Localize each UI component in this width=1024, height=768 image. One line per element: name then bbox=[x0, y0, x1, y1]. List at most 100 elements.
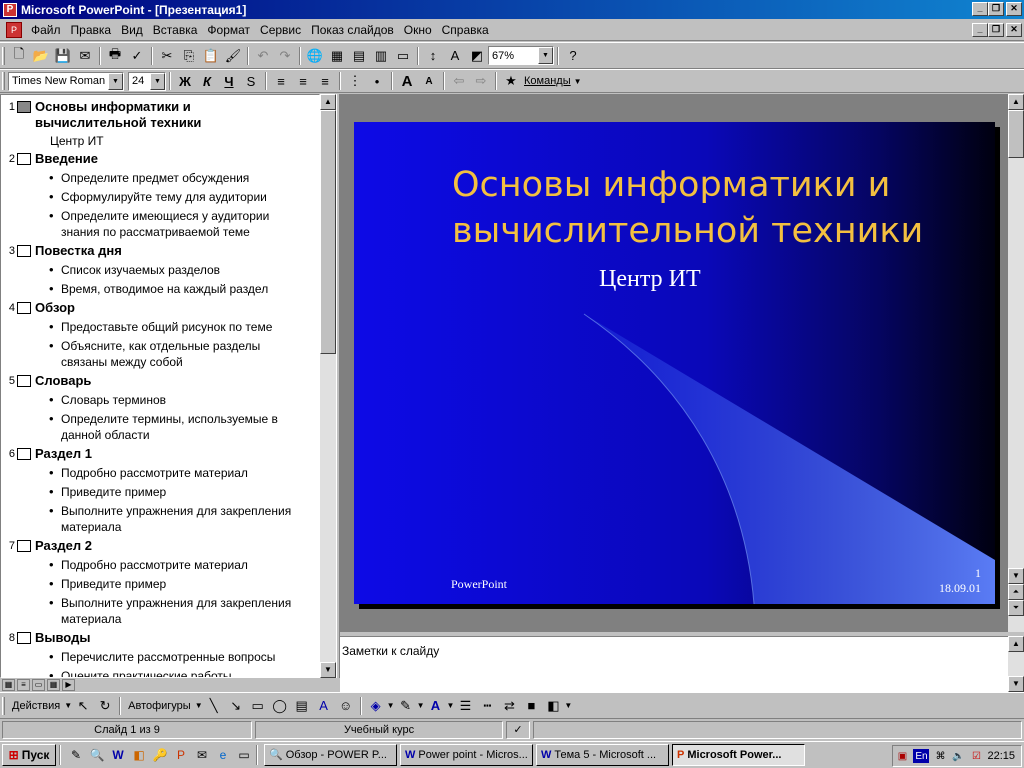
quicklaunch-access-icon[interactable]: 🔑 bbox=[151, 746, 169, 764]
paste-icon[interactable]: 📋 bbox=[200, 45, 222, 67]
insert-table-icon[interactable]: ▤ bbox=[348, 45, 370, 67]
outline-bullet[interactable]: • Приведите пример bbox=[1, 576, 319, 592]
bullets-icon[interactable]: • bbox=[366, 70, 388, 92]
font-color-icon[interactable]: A bbox=[424, 695, 446, 717]
menu-tools[interactable]: Сервис bbox=[255, 21, 306, 39]
outline-bullet[interactable]: • Объясните, как отдельные разделы связан… bbox=[1, 338, 319, 370]
document-icon[interactable]: P bbox=[6, 21, 22, 38]
commands-menu[interactable]: Команды bbox=[524, 75, 571, 87]
outline-pane[interactable]: 1 Основы информатики и вычислительной тех… bbox=[0, 94, 320, 678]
align-left-icon[interactable]: ≡ bbox=[270, 70, 292, 92]
menu-format[interactable]: Формат bbox=[202, 21, 255, 39]
line-color-icon[interactable]: ✎ bbox=[395, 695, 417, 717]
outline-subtitle[interactable]: Центр ИТ bbox=[1, 133, 319, 149]
toolbar-grip[interactable] bbox=[2, 696, 5, 715]
font-select[interactable]: Times New Roman ▼ bbox=[8, 71, 124, 91]
quicklaunch-word-icon[interactable]: W bbox=[109, 746, 127, 764]
task-button-word-1[interactable]: W Power point - Micros... bbox=[400, 744, 533, 766]
line-icon[interactable]: ╲ bbox=[203, 695, 225, 717]
outline-bullet[interactable]: • Словарь терминов bbox=[1, 392, 319, 408]
slide-icon[interactable] bbox=[17, 101, 31, 113]
menu-window[interactable]: Окно bbox=[399, 21, 437, 39]
underline-button[interactable]: Ч bbox=[218, 70, 240, 92]
toolbar-grip[interactable] bbox=[2, 46, 5, 65]
cut-icon[interactable]: ✂ bbox=[156, 45, 178, 67]
slide-icon[interactable] bbox=[17, 632, 31, 644]
next-slide-icon[interactable]: ⏷ bbox=[1008, 600, 1024, 616]
scroll-down-icon[interactable]: ▼ bbox=[1008, 676, 1024, 692]
outline-slide-3[interactable]: 3 Повестка дня bbox=[1, 243, 319, 259]
doc-minimize-button[interactable]: _ bbox=[972, 23, 988, 37]
help-icon[interactable]: ? bbox=[562, 45, 584, 67]
outline-slide-7[interactable]: 7 Раздел 2 bbox=[1, 538, 319, 554]
undo-icon[interactable]: ↶ bbox=[252, 45, 274, 67]
increase-font-icon[interactable]: A bbox=[396, 70, 418, 92]
task-button-explorer[interactable]: 🔍 Обзор - POWER P... bbox=[264, 744, 397, 766]
textbox-icon[interactable]: ▤ bbox=[291, 695, 313, 717]
close-button[interactable]: ✕ bbox=[1006, 2, 1022, 16]
print-icon[interactable]: 🖶 bbox=[104, 45, 126, 67]
quicklaunch-desktop-icon[interactable]: ▭ bbox=[235, 746, 253, 764]
clock[interactable]: 22:15 bbox=[987, 750, 1015, 762]
language-indicator[interactable]: En bbox=[913, 749, 930, 763]
fill-color-icon[interactable]: ◈ bbox=[365, 695, 387, 717]
outline-slide-title[interactable]: Словарь bbox=[35, 373, 305, 389]
slide-icon[interactable] bbox=[17, 448, 31, 460]
scroll-up-icon[interactable]: ▲ bbox=[1008, 636, 1024, 652]
outline-slide-6[interactable]: 6 Раздел 1 bbox=[1, 446, 319, 462]
outline-bullet[interactable]: • Предоставьте общий рисунок по теме bbox=[1, 319, 319, 335]
demote-icon[interactable]: ⇨ bbox=[470, 70, 492, 92]
copy-icon[interactable]: ⎘ bbox=[178, 45, 200, 67]
slide-icon[interactable] bbox=[17, 375, 31, 387]
outline-slide-title[interactable]: Раздел 2 bbox=[35, 538, 305, 554]
wordart-icon[interactable]: A bbox=[313, 695, 335, 717]
start-button[interactable]: ⊞ Пуск bbox=[2, 744, 56, 766]
align-center-icon[interactable]: ≡ bbox=[292, 70, 314, 92]
outline-bullet[interactable]: • Определите предмет обсуждения bbox=[1, 170, 319, 186]
clipart-icon[interactable]: ☺ bbox=[335, 695, 357, 717]
volume-icon[interactable]: 🔈 bbox=[951, 749, 965, 763]
outline-slide-2[interactable]: 2 Введение bbox=[1, 151, 319, 167]
outline-bullet[interactable]: • Список изучаемых разделов bbox=[1, 262, 319, 278]
insert-chart-icon[interactable]: ▥ bbox=[370, 45, 392, 67]
outline-slide-8[interactable]: 8 Выводы bbox=[1, 630, 319, 646]
autoshapes-menu[interactable]: Автофигуры bbox=[128, 700, 191, 712]
expand-all-icon[interactable]: ↕ bbox=[422, 45, 444, 67]
scroll-thumb[interactable] bbox=[320, 110, 336, 354]
menu-file[interactable]: Файл bbox=[26, 21, 66, 39]
slide-icon[interactable] bbox=[17, 302, 31, 314]
spelling-status-icon[interactable]: ✓ bbox=[506, 721, 530, 739]
outline-slide-title[interactable]: Выводы bbox=[35, 630, 305, 646]
italic-button[interactable]: К bbox=[196, 70, 218, 92]
tray-app-icon[interactable]: ▣ bbox=[895, 749, 909, 763]
scroll-thumb[interactable] bbox=[1008, 110, 1024, 158]
chevron-down-icon[interactable]: ▼ bbox=[417, 701, 425, 710]
menu-slideshow[interactable]: Показ слайдов bbox=[306, 21, 399, 39]
task-button-powerpoint[interactable]: P Microsoft Power... bbox=[672, 744, 805, 766]
slide-subtitle[interactable]: Центр ИТ bbox=[599, 266, 701, 293]
bold-button[interactable]: Ж bbox=[174, 70, 196, 92]
chevron-down-icon[interactable]: ▼ bbox=[574, 77, 582, 86]
actions-menu[interactable]: Действия bbox=[12, 700, 60, 712]
email-icon[interactable]: ✉ bbox=[74, 45, 96, 67]
outline-bullet[interactable]: • Приведите пример bbox=[1, 484, 319, 500]
redo-icon[interactable]: ↷ bbox=[274, 45, 296, 67]
chevron-down-icon[interactable]: ▼ bbox=[108, 72, 123, 90]
outline-slide-4[interactable]: 4 Обзор bbox=[1, 300, 319, 316]
shadow-style-icon[interactable]: ■ bbox=[520, 695, 542, 717]
slide-scrollbar[interactable]: ▲ ▼ ⏶ ⏷ bbox=[1008, 94, 1024, 632]
toolbar-grip[interactable] bbox=[2, 72, 5, 90]
select-objects-icon[interactable]: ↖ bbox=[72, 695, 94, 717]
outline-bullet[interactable]: • Сформулируйте тему для аудитории bbox=[1, 189, 319, 205]
slide-icon[interactable] bbox=[17, 540, 31, 552]
menu-insert[interactable]: Вставка bbox=[148, 21, 203, 39]
scroll-down-icon[interactable]: ▼ bbox=[320, 662, 336, 678]
outline-slide-1[interactable]: 1 Основы информатики и вычислительной тех… bbox=[1, 99, 319, 131]
normal-view-icon[interactable]: ▦ bbox=[2, 679, 15, 691]
hyperlink-icon[interactable]: 🌐 bbox=[304, 45, 326, 67]
align-right-icon[interactable]: ≡ bbox=[314, 70, 336, 92]
chevron-down-icon[interactable]: ▼ bbox=[150, 72, 165, 90]
chevron-down-icon[interactable]: ▼ bbox=[64, 701, 72, 710]
chevron-down-icon[interactable]: ▼ bbox=[387, 701, 395, 710]
tables-borders-icon[interactable]: ▦ bbox=[326, 45, 348, 67]
